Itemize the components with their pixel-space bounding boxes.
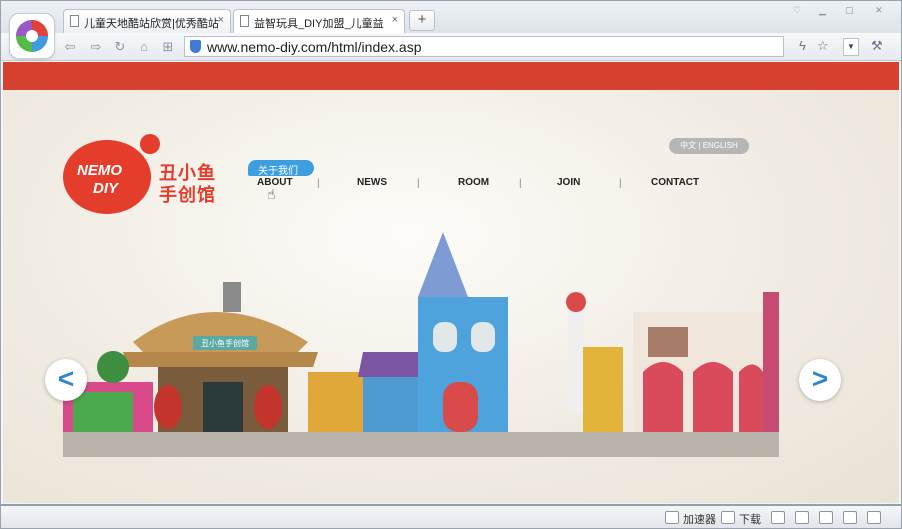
tab-close-icon[interactable]: × bbox=[392, 14, 398, 26]
print-icon[interactable] bbox=[843, 511, 857, 524]
home-icon[interactable]: ⌂ bbox=[135, 38, 153, 56]
wrench-icon[interactable]: ⚒ bbox=[871, 38, 883, 54]
page-icon bbox=[240, 15, 249, 27]
nav-separator: | bbox=[619, 178, 622, 189]
refresh-icon[interactable]: ↻ bbox=[111, 38, 129, 56]
browser-logo-icon[interactable] bbox=[9, 13, 55, 59]
download-icon bbox=[721, 511, 735, 524]
about-tooltip: 关于我们 bbox=[248, 160, 314, 177]
forward-icon[interactable]: ⇨ bbox=[87, 38, 105, 56]
tab-nemo[interactable]: 益智玩具_DIY加盟_儿童益 × bbox=[233, 9, 405, 33]
nav-room[interactable]: ROOM bbox=[458, 177, 489, 188]
close-window-icon[interactable]: ✕ bbox=[875, 5, 883, 16]
tab-bar: 儿童天地酷站欣赏|优秀酷站 × 益智玩具_DIY加盟_儿童益 × + ♡ ▁ ▢… bbox=[1, 1, 901, 33]
heart-icon[interactable]: ♡ bbox=[793, 5, 801, 16]
accelerator-icon bbox=[665, 511, 679, 524]
download-label[interactable]: 下载 bbox=[739, 511, 761, 527]
logo-dot bbox=[140, 134, 160, 154]
tab-label: 益智玩具_DIY加盟_儿童益 bbox=[254, 18, 384, 30]
minimize-icon[interactable]: ▁ bbox=[819, 5, 826, 16]
language-switch[interactable]: 中文 | ENGLISH bbox=[669, 138, 749, 154]
status-bar: 加速器 下载 bbox=[1, 504, 901, 528]
browser-window: 儿童天地酷站欣赏|优秀酷站 × 益智玩具_DIY加盟_儿童益 × + ♡ ▁ ▢… bbox=[0, 0, 902, 529]
slider-next-button[interactable]: > bbox=[799, 359, 841, 401]
maximize-icon[interactable]: ▢ bbox=[845, 5, 854, 16]
new-tab-button[interactable]: + bbox=[409, 10, 435, 31]
logo-text-nemo: NEMO bbox=[77, 162, 122, 179]
star-icon[interactable]: ☆ bbox=[817, 38, 829, 54]
zoom-icon[interactable] bbox=[867, 511, 881, 524]
screenshot-icon[interactable] bbox=[795, 511, 809, 524]
main-nav: ABOUT | NEWS | ROOM | JOIN | CONTACT bbox=[233, 177, 713, 193]
tools-icon[interactable] bbox=[771, 511, 785, 524]
hand-cursor-icon: ☝ bbox=[267, 186, 276, 202]
slider-prev-button[interactable]: < bbox=[45, 359, 87, 401]
tab-close-icon[interactable]: × bbox=[218, 14, 224, 26]
shield-icon bbox=[190, 40, 201, 53]
url-text: www.nemo-diy.com/html/index.asp bbox=[207, 39, 422, 55]
page-icon bbox=[70, 15, 79, 27]
lightning-icon[interactable]: ϟ bbox=[799, 38, 806, 53]
dropdown-icon[interactable]: ▼ bbox=[843, 38, 859, 56]
sound-icon[interactable] bbox=[819, 511, 833, 524]
nav-contact[interactable]: CONTACT bbox=[651, 177, 699, 188]
accelerator-label[interactable]: 加速器 bbox=[683, 511, 716, 527]
tab-kuzhan[interactable]: 儿童天地酷站欣赏|优秀酷站 × bbox=[63, 9, 231, 33]
nav-separator: | bbox=[317, 178, 320, 189]
logo-chinese: 丑小鱼 手创馆 bbox=[159, 163, 216, 205]
nav-separator: | bbox=[417, 178, 420, 189]
grid-icon[interactable]: ⊞ bbox=[159, 38, 177, 56]
logo-text-diy: DIY bbox=[93, 180, 119, 197]
top-red-band bbox=[3, 62, 899, 90]
url-field[interactable]: www.nemo-diy.com/html/index.asp bbox=[184, 36, 784, 57]
nav-join[interactable]: JOIN bbox=[557, 177, 580, 188]
nav-separator: | bbox=[519, 178, 522, 189]
tab-label: 儿童天地酷站欣赏|优秀酷站 bbox=[84, 18, 219, 30]
page-viewport: NEMO DIY 丑小鱼 手创馆 中文 | ENGLISH 关于我们 ABOUT… bbox=[3, 62, 899, 503]
banner-image: 丑小鱼手创馆 bbox=[63, 232, 779, 457]
address-bar: ⇦ ⇨ ↻ ⌂ ⊞ www.nemo-diy.com/html/index.as… bbox=[1, 33, 901, 61]
nemo-logo[interactable]: NEMO DIY bbox=[63, 140, 151, 214]
banner-sign: 丑小鱼手创馆 bbox=[201, 338, 249, 348]
back-icon[interactable]: ⇦ bbox=[61, 38, 79, 56]
nav-news[interactable]: NEWS bbox=[357, 177, 387, 188]
